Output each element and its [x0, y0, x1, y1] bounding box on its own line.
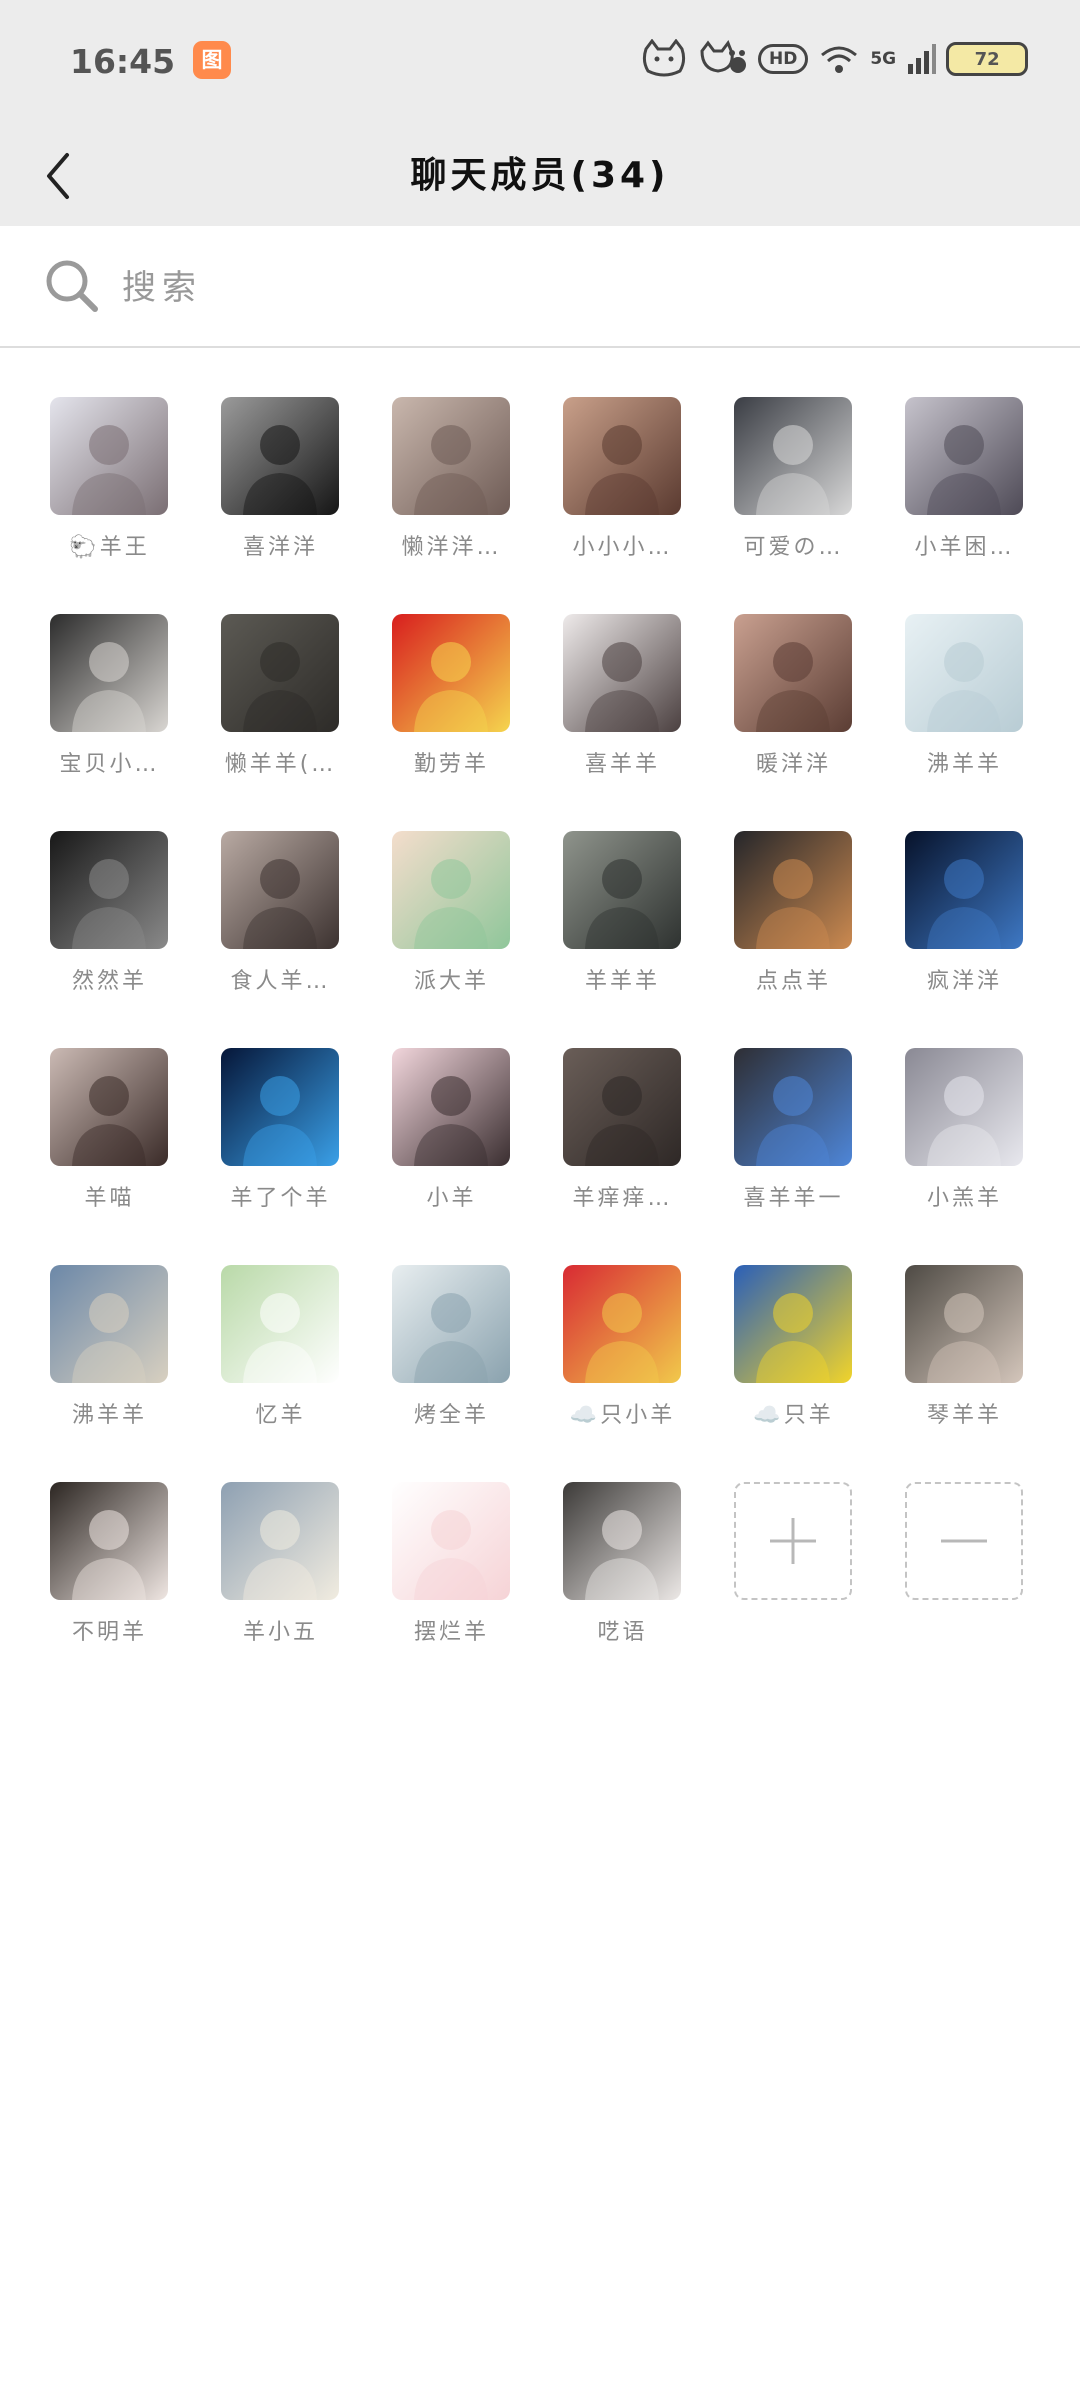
- member-name: 懒洋洋…: [401, 535, 502, 560]
- girl-bunny-icon[interactable]: [563, 614, 681, 732]
- cap-girl-icon[interactable]: [50, 614, 168, 732]
- couple-hug-icon[interactable]: [905, 397, 1023, 515]
- member-name: 喜洋洋: [242, 535, 318, 560]
- couple-kiss-icon[interactable]: [734, 614, 852, 732]
- member-name: 羊了个羊: [230, 1186, 331, 1211]
- page-title: 聊天成员(34): [410, 155, 670, 196]
- member-name: 喜羊羊一: [743, 1186, 844, 1211]
- member-name: 摆烂羊: [413, 1620, 489, 1645]
- member-name: 羊羊羊: [584, 969, 660, 994]
- boy-night-icon[interactable]: [734, 397, 852, 515]
- baby-cartoon-icon[interactable]: [392, 831, 510, 949]
- remove-member-button[interactable]: [905, 1482, 1023, 1600]
- member-name: 烤全羊: [413, 1403, 489, 1428]
- member-name: 🐑羊王: [69, 535, 150, 560]
- dark-silhouette-icon[interactable]: [221, 397, 339, 515]
- member-name: ☁️只小羊: [569, 1403, 676, 1428]
- member-name: 沸羊羊: [926, 752, 1002, 777]
- member-name: 小小小…: [572, 535, 673, 560]
- search-icon: [46, 260, 98, 312]
- 5g-icon[interactable]: [221, 1048, 339, 1166]
- title-bar: 聊天成员(34): [0, 126, 1080, 226]
- status-icons: HD 5G 72: [640, 34, 1029, 84]
- hd-icon: HD: [758, 44, 809, 74]
- battery-icon: 72: [946, 42, 1029, 76]
- member-name: ☁️只羊: [753, 1403, 834, 1428]
- member-name: 琴羊羊: [926, 1403, 1002, 1428]
- search-bar: [0, 226, 1080, 348]
- pink-girl-icon[interactable]: [392, 1048, 510, 1166]
- cat-face-icon: [640, 39, 688, 79]
- member-name: 不明羊: [71, 1620, 147, 1645]
- astronaut-icon[interactable]: [392, 1265, 510, 1383]
- girl-hug-icon[interactable]: [50, 397, 168, 515]
- member-name: 食人羊…: [230, 969, 331, 994]
- anime-girl-icon[interactable]: [563, 397, 681, 515]
- member-name: 懒羊羊(…: [224, 752, 337, 777]
- member-name: 派大羊: [413, 969, 489, 994]
- cliff-celebrate-icon[interactable]: [734, 1265, 852, 1383]
- member-name: 羊喵: [84, 1186, 135, 1211]
- member-name: 暖洋洋: [755, 752, 831, 777]
- muscle-icon[interactable]: [563, 1048, 681, 1166]
- member-name: 忆羊: [255, 1403, 306, 1428]
- app-notification-icon: 图: [193, 41, 231, 79]
- car-boy-icon[interactable]: [905, 1265, 1023, 1383]
- girl-pose-icon[interactable]: [221, 831, 339, 949]
- luffy-icon[interactable]: [563, 1265, 681, 1383]
- signal-bars-icon: [906, 42, 937, 76]
- sunset-boy-icon[interactable]: [734, 831, 852, 949]
- dark-selfie-icon[interactable]: [50, 831, 168, 949]
- mirror-selfie-icon[interactable]: [221, 614, 339, 732]
- member-name: 呓语: [597, 1620, 648, 1645]
- member-name: 羊痒痒…: [572, 1186, 673, 1211]
- status-time: 16:45: [70, 42, 176, 81]
- chevron-left-icon: [47, 153, 69, 199]
- status-bar: 16:45 图 HD 5G 72: [0, 0, 1080, 126]
- minus-icon: [941, 1539, 987, 1543]
- member-name: 勤劳羊: [413, 752, 489, 777]
- mountain-boy-icon[interactable]: [50, 1265, 168, 1383]
- chanel-shirt-icon[interactable]: [734, 1048, 852, 1166]
- girl-face-icon[interactable]: [50, 1048, 168, 1166]
- swing-cartoon-icon[interactable]: [221, 1265, 339, 1383]
- bear-cartoon-icon[interactable]: [392, 1482, 510, 1600]
- member-name: 小羊: [426, 1186, 477, 1211]
- member-name: 点点羊: [755, 969, 831, 994]
- member-name: 小羔羊: [926, 1186, 1002, 1211]
- member-name: 沸羊羊: [71, 1403, 147, 1428]
- white-hair-icon[interactable]: [905, 1048, 1023, 1166]
- boy-portrait-icon[interactable]: [392, 397, 510, 515]
- flag-icon[interactable]: [392, 614, 510, 732]
- placeholder-icon[interactable]: [905, 614, 1023, 732]
- back-button[interactable]: [28, 146, 88, 206]
- member-name: 疯洋洋: [926, 969, 1002, 994]
- member-name: 宝贝小…: [59, 752, 160, 777]
- member-name: 可爱の…: [743, 535, 844, 560]
- add-member-button[interactable]: [734, 1482, 852, 1600]
- member-name: 喜羊羊: [584, 752, 660, 777]
- girl-rain-icon[interactable]: [563, 831, 681, 949]
- plus-icon: [770, 1518, 816, 1564]
- wifi-icon: [818, 41, 860, 77]
- search-input[interactable]: [120, 260, 1024, 316]
- signal-5g-icon: 5G: [870, 48, 897, 69]
- member-name: 然然羊: [71, 969, 147, 994]
- sleepy-girl-icon[interactable]: [50, 1482, 168, 1600]
- cap-girl-dark-icon[interactable]: [563, 1482, 681, 1600]
- member-name: 羊小五: [242, 1620, 318, 1645]
- cat-paw-icon: [698, 39, 748, 79]
- anime-boy-moon-icon[interactable]: [221, 1482, 339, 1600]
- earth-icon[interactable]: [905, 831, 1023, 949]
- member-name: 小羊困…: [914, 535, 1015, 560]
